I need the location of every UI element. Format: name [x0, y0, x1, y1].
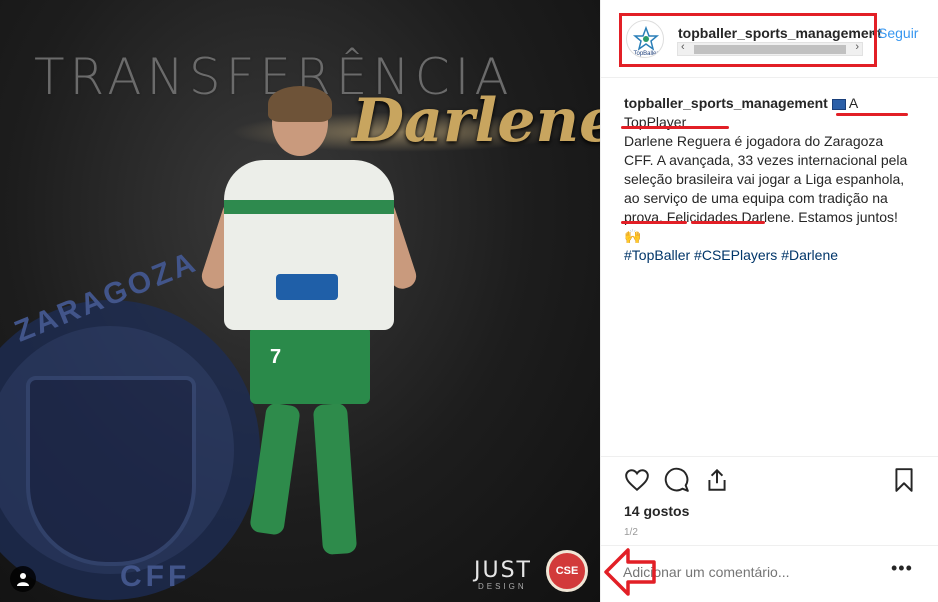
post-actions: 14 gostos 1/2 [601, 456, 938, 556]
save-button[interactable] [891, 467, 917, 493]
brand-logo: JUST [474, 558, 532, 583]
share-icon [708, 468, 726, 491]
crest-shield [26, 376, 196, 566]
flag-icon [831, 98, 846, 110]
heart-icon [625, 469, 649, 492]
player-figure: 7 [198, 86, 420, 570]
caption-player-name: Darlene Reguera [624, 133, 731, 149]
caption-body: A avançada, 33 vezes internacional pela … [624, 152, 908, 225]
hashtag-topballer[interactable]: #TopBaller [624, 247, 690, 263]
annotation-underline [621, 126, 729, 129]
annotation-underline [691, 221, 765, 224]
post-panel: TopBaller topballer_sports_management • … [600, 0, 938, 602]
likes-count[interactable]: 14 gostos [624, 503, 689, 519]
hashtag-cseplayers[interactable]: #CSEPlayers [694, 247, 777, 263]
annotation-underline [836, 113, 908, 116]
bookmark-icon [895, 468, 913, 492]
overlay-name: Darlene [352, 86, 600, 156]
post-header: TopBaller topballer_sports_management • … [601, 0, 938, 78]
raised-hands-icon: 🙌 [624, 228, 642, 244]
person-icon [17, 573, 29, 586]
more-options-button[interactable]: ••• [891, 558, 913, 579]
annotation-box [619, 13, 877, 67]
user-tag-button[interactable] [10, 566, 36, 592]
shirt-number: 7 [270, 346, 282, 368]
crest-text-bottom: CFF [120, 560, 191, 593]
annotation-arrow-icon [604, 548, 656, 596]
brand-sub: DESIGN [478, 582, 527, 591]
comment-icon [664, 467, 689, 492]
hashtag-darlene[interactable]: #Darlene [781, 247, 838, 263]
comment-input[interactable] [623, 564, 883, 580]
caption-username[interactable]: topballer_sports_management [624, 95, 828, 111]
follow-button[interactable]: Seguir [878, 25, 918, 41]
cse-badge: CSE [546, 550, 588, 592]
like-button[interactable] [624, 467, 650, 493]
share-button[interactable] [704, 467, 730, 493]
post-image[interactable]: ZARAGOZA CFF TRANSFERÊNCIA 7 Darlene JUS… [0, 0, 600, 602]
post-caption: topballer_sports_management A TopPlayer … [624, 94, 916, 265]
annotation-underline [621, 221, 687, 224]
comment-button[interactable] [664, 467, 690, 493]
carousel-indicator: 1/2 [624, 527, 638, 538]
